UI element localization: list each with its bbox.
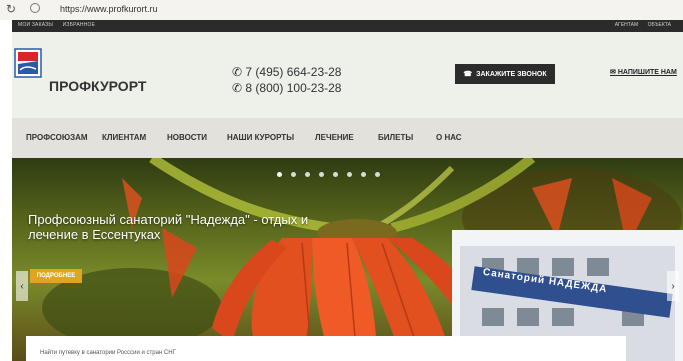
next-slide-arrow-icon[interactable]: › (667, 271, 679, 301)
phone-icon: ✆ (232, 65, 243, 79)
agents-link[interactable]: АГЕНТАМ (615, 22, 638, 28)
slider-dot[interactable] (277, 172, 282, 177)
details-button[interactable]: ПОДРОБНЕЕ (30, 269, 82, 283)
site-info-icon[interactable] (30, 3, 40, 13)
phone-number[interactable]: 8 (800) 100-23-28 (245, 81, 341, 95)
phone-handset-icon: ☎ (463, 71, 473, 78)
nav-item-news[interactable]: НОВОСТИ (167, 133, 207, 142)
browser-address-bar: ↻ https://www.profkurort.ru (0, 0, 683, 20)
slider-dot[interactable] (333, 172, 338, 177)
write-us-label: НАПИШИТЕ НАМ (617, 69, 677, 76)
site-header (12, 32, 683, 118)
phone-icon: ✆ (232, 81, 243, 95)
slider-dot[interactable] (305, 172, 310, 177)
my-orders-link[interactable]: МОИ ЗАКАЗЫ (18, 22, 53, 28)
brand-name[interactable]: ПРОФКУРОРТ (49, 78, 146, 94)
favorites-link[interactable]: ИЗБРАННОЕ (63, 22, 95, 28)
slider-dot[interactable] (375, 172, 380, 177)
slider-dot[interactable] (319, 172, 324, 177)
nav-item-tickets[interactable]: БИЛЕТЫ (378, 133, 413, 142)
slider-dots (277, 172, 380, 177)
phone-line[interactable]: ✆ 7 (495) 664-23-28 (232, 64, 341, 80)
slider-dot[interactable] (291, 172, 296, 177)
slider-dot[interactable] (347, 172, 352, 177)
phone-numbers: ✆ 7 (495) 664-23-28 ✆ 8 (800) 100-23-28 (232, 64, 341, 96)
phone-line[interactable]: ✆ 8 (800) 100-23-28 (232, 80, 341, 96)
hero-flower-image (42, 158, 683, 361)
callback-label: ЗАКАЖИТЕ ЗВОНОК (476, 70, 547, 78)
profkurort-logo-icon[interactable] (14, 48, 42, 78)
nav-item-unions[interactable]: ПРОФСОЮЗАМ (26, 133, 88, 142)
nav-item-about[interactable]: О НАС (436, 133, 462, 142)
tour-search-text[interactable]: Найти путевку в санатории Росссии и стра… (40, 350, 176, 356)
hero-title[interactable]: Профсоюзный санаторий "Надежда" - отдых … (28, 212, 358, 242)
prev-slide-arrow-icon[interactable]: ‹ (16, 271, 28, 301)
phone-number[interactable]: 7 (495) 664-23-28 (245, 65, 341, 79)
top-utility-bar: МОИ ЗАКАЗЫ ИЗБРАННОЕ АГЕНТАМ ОБЪЕКТА (12, 20, 683, 32)
write-us-link[interactable]: ✉ НАПИШИТЕ НАМ (610, 68, 677, 76)
tour-search-panel: Найти путевку в санатории Росссии и стра… (26, 336, 626, 361)
slider-dot[interactable] (361, 172, 366, 177)
envelope-icon: ✉ (610, 69, 616, 76)
nav-item-resorts[interactable]: НАШИ КУРОРТЫ (227, 133, 294, 142)
callback-button[interactable]: ☎ ЗАКАЖИТЕ ЗВОНОК (455, 64, 555, 84)
nav-item-clients[interactable]: КЛИЕНТАМ (102, 133, 146, 142)
nav-item-treatment[interactable]: ЛЕЧЕНИЕ (315, 133, 354, 142)
url-text[interactable]: https://www.profkurort.ru (60, 4, 158, 14)
main-navigation: ПРОФСОЮЗАМ КЛИЕНТАМ НОВОСТИ НАШИ КУРОРТЫ… (12, 118, 683, 158)
reload-icon[interactable]: ↻ (6, 2, 16, 16)
hero-slider[interactable]: Санаторий НАДЕЖДА Профсоюзный санаторий … (12, 158, 683, 361)
objects-link[interactable]: ОБЪЕКТА (648, 22, 671, 28)
